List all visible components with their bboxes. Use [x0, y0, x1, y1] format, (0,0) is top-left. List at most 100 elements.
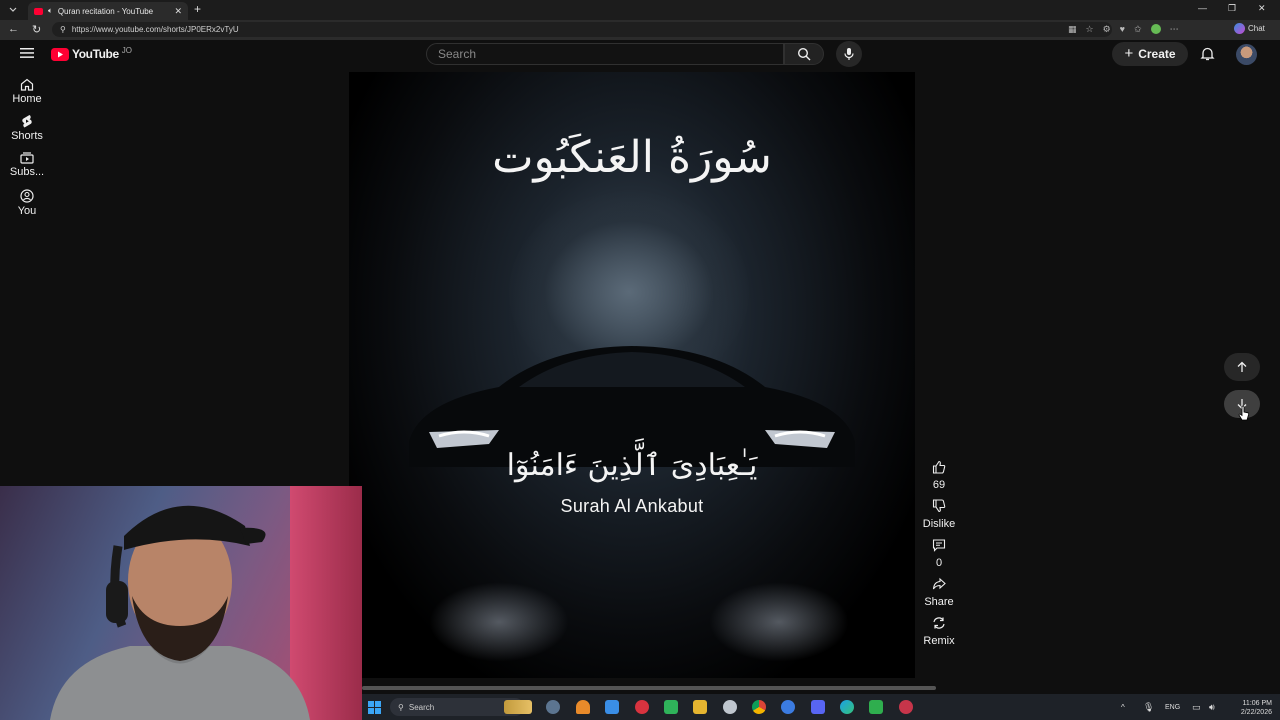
- taskbar-edge-icon[interactable]: [840, 700, 854, 714]
- favorite-star-icon[interactable]: ☆: [1086, 24, 1094, 35]
- taskbar-search-icon: ⚲: [398, 702, 404, 712]
- menu-hamburger-icon[interactable]: [20, 47, 34, 59]
- read-aloud-icon[interactable]: ▦: [1068, 24, 1077, 35]
- sidebar-item-you[interactable]: You: [0, 189, 54, 217]
- taskbar-spreadsheet-icon[interactable]: [664, 700, 678, 714]
- youtube-logo[interactable]: YouTube JO: [51, 45, 132, 61]
- minimize-icon[interactable]: —: [1198, 3, 1207, 13]
- youtube-logo-text: YouTube: [72, 47, 119, 61]
- sidebar-item-home[interactable]: Home: [0, 78, 54, 105]
- taskbar-app-green-icon[interactable]: [869, 700, 883, 714]
- profile-avatar-icon[interactable]: [1150, 24, 1161, 34]
- video-progress-bar[interactable]: [362, 686, 936, 690]
- input-language[interactable]: ENG: [1165, 704, 1180, 711]
- address-bar[interactable]: ⚲ https://www.youtube.com/shorts/JP0ERx2…: [52, 22, 1112, 37]
- taskbar-browser-blue-icon[interactable]: [781, 700, 795, 714]
- bell-icon: [1200, 47, 1215, 61]
- tray-mic-icon[interactable]: 🎙︎: [1143, 702, 1154, 713]
- close-tab-icon[interactable]: ✕: [174, 6, 182, 17]
- taskbar-discord-icon[interactable]: [811, 700, 825, 714]
- back-icon[interactable]: ←: [8, 23, 19, 35]
- taskbar-widgets-icon[interactable]: [504, 700, 532, 714]
- tab-title: Quran recitation - YouTube: [57, 6, 154, 16]
- home-icon: [20, 78, 34, 91]
- share-label: Share: [924, 596, 954, 608]
- taskbar-file-explorer-icon[interactable]: [693, 700, 707, 714]
- remix-icon: [933, 617, 945, 629]
- dislike-button[interactable]: Dislike: [914, 497, 964, 530]
- search-input[interactable]: Search: [426, 43, 784, 65]
- thumbs-up-icon: [932, 460, 946, 474]
- system-tray-chevron-icon[interactable]: ^: [1121, 703, 1125, 712]
- network-icon[interactable]: ▭: [1192, 702, 1201, 713]
- youtube-play-logo-icon: [51, 47, 69, 61]
- youtube-favicon-icon: [34, 7, 43, 15]
- sidebar-item-label: Home: [12, 93, 42, 105]
- search-placeholder: Search: [438, 47, 477, 61]
- country-code: JO: [121, 45, 132, 55]
- restore-icon[interactable]: ❐: [1228, 3, 1236, 14]
- create-button[interactable]: + Create: [1112, 42, 1188, 66]
- copilot-chat-button[interactable]: Chat: [1234, 23, 1265, 34]
- arabic-verse-caption: يَـٰعِبَادِىَ ٱلَّذِينَ ءَامَنُوٓا: [506, 448, 758, 483]
- arrow-up-icon: [1237, 361, 1247, 372]
- site-info-icon[interactable]: ⚲: [60, 25, 66, 34]
- tab-list-chevron-icon[interactable]: [8, 5, 18, 15]
- like-count: 69: [932, 479, 946, 491]
- subscriptions-icon: [20, 152, 34, 164]
- search-button[interactable]: [784, 43, 824, 65]
- shorts-icon: [22, 115, 32, 128]
- extensions-icon[interactable]: ⚙: [1103, 24, 1111, 35]
- chat-label: Chat: [1248, 24, 1265, 33]
- taskbar-recorder-icon[interactable]: [899, 700, 913, 714]
- taskbar-obs-icon[interactable]: [723, 700, 737, 714]
- microphone-icon: [844, 48, 854, 60]
- taskbar-app-red-icon[interactable]: [635, 700, 649, 714]
- new-tab-icon[interactable]: +: [194, 3, 201, 15]
- volume-icon[interactable]: 🔊︎: [1209, 702, 1215, 713]
- streamer-figure: [50, 505, 310, 720]
- shorts-video-player[interactable]: سُورَةُ العَنكَبُوت يَـٰعِبَادِىَ ٱلَّذِ…: [349, 72, 915, 678]
- dislike-label: Dislike: [922, 518, 956, 530]
- share-icon: [932, 577, 946, 590]
- notifications-button[interactable]: [1200, 46, 1215, 61]
- sidebar-item-label: Subs...: [9, 166, 45, 178]
- surah-name-caption: Surah Al Ankabut: [560, 496, 704, 516]
- plus-icon: +: [1124, 45, 1134, 62]
- taskbar-cloud-app-icon[interactable]: [576, 700, 590, 714]
- previous-short-button[interactable]: [1224, 353, 1260, 381]
- arabic-surah-title: سُورَةُ العَنكَبُوت: [492, 132, 772, 183]
- account-avatar[interactable]: [1236, 44, 1257, 65]
- more-options-icon[interactable]: ⋯: [1170, 24, 1179, 35]
- comments-button[interactable]: 0: [914, 536, 964, 569]
- browser-essentials-icon[interactable]: ♥: [1120, 24, 1125, 35]
- audio-playing-icon[interactable]: 🔈︎: [48, 6, 53, 16]
- sidebar-item-shorts[interactable]: Shorts: [0, 114, 54, 142]
- webcam-overlay: [0, 486, 362, 720]
- taskbar-chrome-icon[interactable]: [752, 700, 766, 714]
- like-button[interactable]: 69: [914, 458, 964, 491]
- road-reflection-left: [429, 582, 569, 662]
- remix-label: Remix: [923, 635, 955, 647]
- refresh-icon[interactable]: ↻: [32, 23, 41, 36]
- favorites-icon[interactable]: ✩: [1134, 24, 1142, 35]
- clock[interactable]: 11:06 PM 2/22/2026: [1226, 699, 1272, 717]
- mouse-hand-cursor-icon: [1238, 405, 1250, 421]
- url-text: https://www.youtube.com/shorts/JP0ERx2vT…: [71, 25, 239, 34]
- sidebar-item-label: Shorts: [11, 130, 43, 142]
- windows-start-icon[interactable]: [368, 701, 381, 714]
- remix-button[interactable]: Remix: [914, 614, 964, 647]
- comment-icon: [932, 539, 946, 552]
- clock-date: 2/22/2026: [1240, 709, 1272, 716]
- browser-tab[interactable]: 🔈︎ Quran recitation - YouTube ✕: [28, 2, 188, 20]
- voice-search-button[interactable]: [836, 41, 862, 67]
- share-button[interactable]: Share: [914, 575, 964, 608]
- search-icon: [797, 47, 811, 61]
- copilot-icon: [1234, 23, 1245, 34]
- road-reflection-right: [709, 582, 849, 662]
- taskbar-settings-icon[interactable]: [546, 700, 560, 714]
- sidebar-item-subscriptions[interactable]: Subs...: [0, 152, 54, 178]
- close-window-icon[interactable]: ✕: [1258, 3, 1266, 14]
- taskbar-photos-icon[interactable]: [605, 700, 619, 714]
- you-icon: [20, 189, 34, 203]
